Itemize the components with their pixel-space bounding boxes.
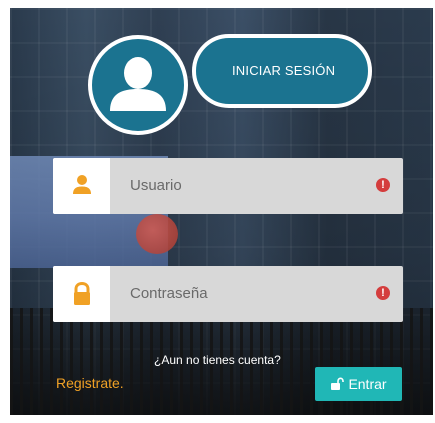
signup-question: ¿Aun no tienes cuenta? [154,353,281,367]
avatar [88,35,188,135]
alert-icon: ! [376,286,390,300]
login-title: INICIAR SESIÓN [232,63,336,78]
alert-icon: ! [376,178,390,192]
login-panel: INICIAR SESIÓN Usuario ! Contraseña ! ¿A… [10,8,433,415]
username-field[interactable]: Usuario ! [53,158,403,214]
username-input[interactable]: Usuario [130,158,182,214]
login-header: INICIAR SESIÓN [192,34,372,108]
password-icon-box [53,266,110,322]
password-input[interactable]: Contraseña [130,266,208,322]
lock-icon [74,281,90,305]
register-link[interactable]: Registrate. [56,375,124,391]
user-avatar-icon [110,57,166,111]
enter-button-label: Entrar [348,376,387,392]
background-logo [136,214,178,254]
user-icon [73,175,91,194]
enter-button[interactable]: Entrar [315,367,402,401]
password-field[interactable]: Contraseña ! [53,266,403,322]
username-icon-box [53,158,110,214]
unlock-icon [331,377,345,390]
